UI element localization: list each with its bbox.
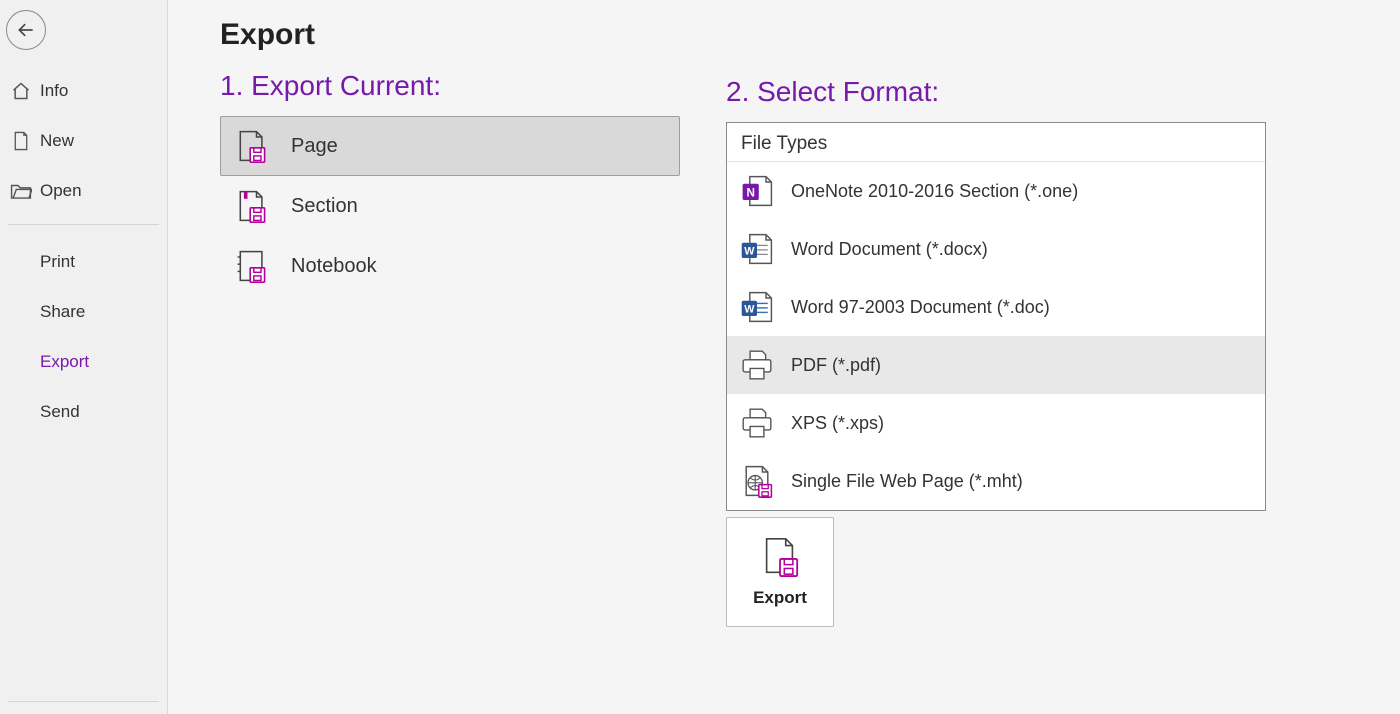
sidebar-item-label: Open [40,181,82,201]
sidebar-divider-bottom [8,701,159,702]
sidebar-item-print[interactable]: Print [0,237,167,287]
word-legacy-file-icon: W [737,288,777,326]
export-save-icon [759,536,801,578]
sidebar-divider [8,224,159,225]
sidebar-item-info[interactable]: Info [0,66,167,116]
page-icon [10,130,32,152]
select-format-column: 2. Select Format: File Types N OneNote 2… [726,70,1286,627]
export-button[interactable]: Export [726,517,834,627]
export-pane: Export 1. Export Current: Pag [168,0,1400,714]
svg-text:W: W [744,303,755,315]
word-file-icon: W [737,230,777,268]
format-option-label: Word 97-2003 Document (*.doc) [791,297,1050,318]
file-types-box: File Types N OneNote 2010-2016 Section (… [726,122,1266,511]
sidebar-item-label: Print [40,252,75,272]
home-icon [10,80,32,102]
printer-file-icon [737,346,777,384]
export-current-column: 1. Export Current: Page [220,70,726,296]
sidebar-item-label: Share [40,302,85,322]
format-option-doc[interactable]: W Word 97-2003 Document (*.doc) [727,278,1265,336]
back-button[interactable] [6,10,46,50]
page-save-icon [233,127,271,165]
scope-option-label: Notebook [291,255,377,278]
scope-option-page[interactable]: Page [220,116,680,176]
scope-option-label: Section [291,195,358,218]
sidebar-item-open[interactable]: Open [0,166,167,216]
export-button-label: Export [753,588,807,608]
format-option-xps[interactable]: XPS (*.xps) [727,394,1265,452]
format-option-pdf[interactable]: PDF (*.pdf) [727,336,1265,394]
format-option-label: Word Document (*.docx) [791,239,988,260]
page-title: Export [220,18,1400,52]
step2-title: 2. Select Format: [726,76,1286,108]
format-option-label: OneNote 2010-2016 Section (*.one) [791,181,1078,202]
format-option-label: XPS (*.xps) [791,413,884,434]
svg-text:W: W [744,245,755,257]
format-option-docx[interactable]: W Word Document (*.docx) [727,220,1265,278]
sidebar-item-export[interactable]: Export [0,337,167,387]
file-types-header: File Types [727,123,1265,162]
backstage-sidebar: Info New Open Print Share Export Send [0,0,168,714]
svg-text:N: N [746,186,754,199]
onenote-file-icon: N [737,172,777,210]
export-scope-list: Page Section [220,116,680,296]
format-option-label: Single File Web Page (*.mht) [791,471,1023,492]
sidebar-item-send[interactable]: Send [0,387,167,437]
sidebar-item-share[interactable]: Share [0,287,167,337]
folder-icon [10,180,32,202]
scope-option-label: Page [291,135,338,158]
sidebar-item-label: Info [40,81,68,101]
web-file-icon [737,462,777,500]
step1-title: 1. Export Current: [220,70,726,102]
sidebar-item-new[interactable]: New [0,116,167,166]
scope-option-notebook[interactable]: Notebook [220,236,680,296]
scope-option-section[interactable]: Section [220,176,680,236]
sidebar-item-label: Send [40,402,80,422]
format-option-mht[interactable]: Single File Web Page (*.mht) [727,452,1265,510]
sidebar-item-label: Export [40,352,89,372]
back-arrow-icon [16,20,36,40]
printer-file-icon [737,404,777,442]
format-option-label: PDF (*.pdf) [791,355,881,376]
sidebar-item-label: New [40,131,74,151]
section-save-icon [233,187,271,225]
format-option-one[interactable]: N OneNote 2010-2016 Section (*.one) [727,162,1265,220]
notebook-save-icon [233,247,271,285]
